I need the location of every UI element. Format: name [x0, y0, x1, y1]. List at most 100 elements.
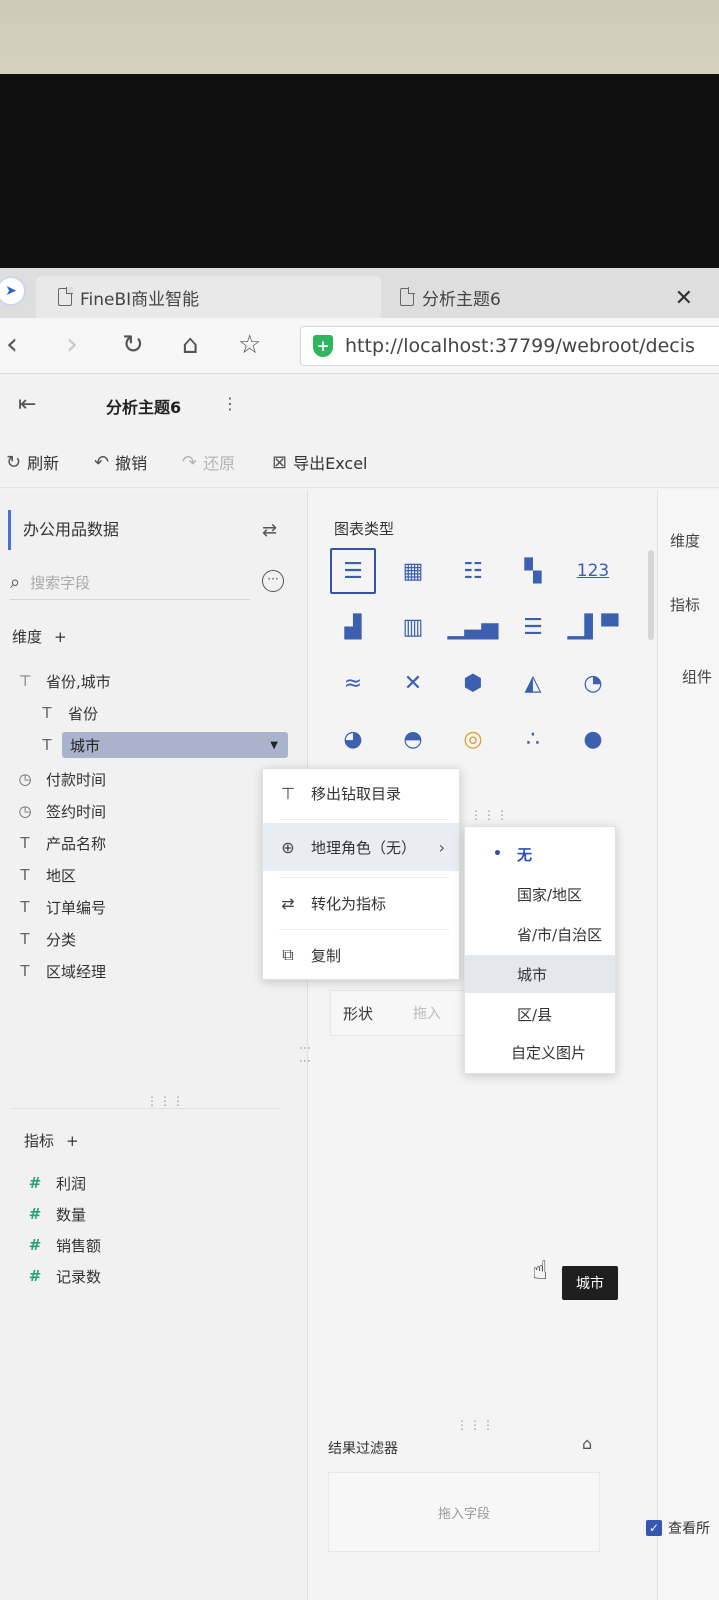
geo-option-label: 无 — [517, 845, 533, 864]
column-icon[interactable]: ▁▃▅ — [448, 604, 499, 650]
lock-icon[interactable]: ⌂ — [582, 1434, 592, 1453]
table-icon[interactable]: ☰ — [330, 548, 376, 594]
dimension-header: 维度 + — [12, 626, 67, 647]
bubble-icon[interactable]: ● — [570, 716, 616, 762]
page-title: 分析主题6 — [106, 398, 182, 417]
right-config-panel: 维度 指标 组件 ✓ 查看所 — [646, 490, 719, 1600]
address-bar[interactable]: + http://localhost:37799/webroot/decis — [300, 326, 719, 366]
field-label: 付款时间 — [46, 770, 107, 789]
polygon-icon[interactable]: ⬢ — [450, 660, 496, 706]
filter-drop-zone[interactable]: 拖入字段 — [328, 1472, 600, 1552]
undo-button[interactable]: ↶ 撤销 — [94, 450, 147, 474]
geo-option-label: 城市 — [517, 965, 548, 984]
dataset-name[interactable]: 办公用品数据 — [8, 510, 119, 550]
field-item[interactable]: ◷ 签约时间 — [16, 798, 106, 824]
field-search-input[interactable]: ⌕ 搜索字段 — [10, 566, 250, 600]
rose-icon[interactable]: ◓ — [390, 716, 436, 762]
field-item-selected[interactable]: 城市 ▼ — [62, 732, 288, 758]
redo-label: 还原 — [203, 454, 236, 473]
detail-table-icon[interactable]: ☷ — [450, 548, 496, 594]
forward-icon[interactable]: › — [66, 328, 78, 362]
resize-handle[interactable]: ⋮⋮ — [298, 1042, 312, 1068]
add-dimension-icon[interactable]: + — [54, 628, 67, 646]
geo-option-district[interactable]: 区/县 — [465, 995, 615, 1033]
more-vertical-icon[interactable]: ⋮ — [222, 394, 238, 413]
back-icon[interactable]: ‹ — [6, 328, 18, 362]
number-icon[interactable]: 123 — [570, 548, 616, 594]
measure-tab[interactable]: 指标 — [670, 594, 700, 615]
geo-option-province[interactable]: 省/市/自治区 — [465, 915, 615, 953]
filter-drop-hint: 拖入字段 — [437, 1506, 490, 1522]
scrollbar[interactable] — [648, 550, 654, 640]
radar-icon[interactable]: ✕ — [390, 660, 436, 706]
geo-option-city[interactable]: 城市 — [465, 955, 615, 993]
caret-down-icon[interactable]: ▼ — [270, 740, 278, 751]
geo-option-none[interactable]: • 无 — [465, 835, 615, 873]
redo-button[interactable]: ↷ 还原 — [182, 450, 235, 474]
resize-handle[interactable]: ⋮⋮⋮ — [146, 1094, 185, 1108]
number-type-icon: # — [28, 1174, 42, 1192]
pie-icon[interactable]: ◕ — [330, 716, 376, 762]
copy-icon: ⧉ — [282, 945, 294, 964]
reload-icon[interactable]: ↻ — [122, 328, 144, 362]
menu-item-remove-drill[interactable]: ⊤ 移出钻取目录 — [263, 769, 459, 817]
field-item[interactable]: T 省份 — [38, 700, 98, 726]
hierarchy-icon: ⊤ — [18, 672, 32, 690]
scatter-icon[interactable]: ∴ — [510, 716, 556, 762]
exit-icon[interactable]: ⇤ — [18, 392, 36, 417]
add-measure-icon[interactable]: + — [66, 1132, 79, 1150]
line-icon[interactable]: ≈ — [330, 660, 376, 706]
field-item[interactable]: # 利润 — [26, 1170, 86, 1196]
home-icon[interactable]: ⌂ — [182, 328, 199, 362]
field-item[interactable]: T 分类 — [16, 926, 76, 952]
date-type-icon: ◷ — [18, 802, 32, 820]
geo-option-country[interactable]: 国家/地区 — [465, 875, 615, 913]
resize-handle[interactable]: ⋮⋮⋮ — [470, 808, 509, 822]
menu-item-convert-to-measure[interactable]: ⇄ 转化为指标 — [263, 879, 459, 927]
field-item[interactable]: T 区域经理 — [16, 958, 106, 984]
field-item[interactable]: ◷ 付款时间 — [16, 766, 106, 792]
field-item[interactable]: T 产品名称 — [16, 830, 106, 856]
stacked-bar-icon[interactable]: ▥ — [390, 604, 436, 650]
app-header: ⇤ 分析主题6 ⋮ — [0, 374, 719, 438]
bookmark-star-icon[interactable]: ☆ — [238, 328, 261, 362]
field-item[interactable]: T 订单编号 — [16, 894, 106, 920]
multi-pie-icon[interactable]: ◎ — [450, 716, 496, 762]
refresh-button[interactable]: ↻ 刷新 — [6, 450, 59, 474]
field-item[interactable]: T 地区 — [16, 862, 76, 888]
menu-item-copy[interactable]: ⧉ 复制 — [263, 931, 459, 979]
menu-divider — [279, 929, 449, 930]
kpi-card-icon[interactable]: ▚ — [510, 548, 556, 594]
geo-option-custom-image[interactable]: 自定义图片 — [465, 1033, 615, 1071]
tab-finebi[interactable]: FineBI商业智能 — [36, 276, 381, 318]
tab-analysis-topic[interactable]: 分析主题6 — [392, 276, 719, 318]
field-item[interactable]: T — [38, 732, 56, 758]
field-item[interactable]: # 记录数 — [26, 1263, 101, 1289]
dimension-tab[interactable]: 维度 — [670, 530, 700, 551]
browser-logo-icon: ➤ — [0, 276, 26, 306]
grouped-bar-icon[interactable]: ▟ — [330, 604, 376, 650]
resize-handle[interactable]: ⋮⋮⋮ — [456, 1418, 495, 1432]
view-all-checkbox[interactable]: ✓ 查看所 — [646, 1518, 710, 1538]
data-panel: 办公用品数据 ⇄ ⌕ 搜索字段 ··· 维度 + ⊤ 省份,城市 T 省份 T … — [0, 490, 308, 1600]
crosstab-icon[interactable]: ▦ — [390, 548, 436, 594]
divider — [10, 1108, 280, 1109]
field-item[interactable]: # 销售额 — [26, 1232, 101, 1258]
field-item[interactable]: ⊤ 省份,城市 — [16, 668, 110, 694]
horizontal-bar-icon[interactable]: ☰ — [510, 604, 556, 650]
search-placeholder: 搜索字段 — [30, 574, 91, 592]
export-excel-button[interactable]: ⊠ 导出Excel — [272, 450, 367, 474]
menu-item-label: 移出钻取目录 — [311, 784, 402, 803]
menu-item-geo-role[interactable]: ⊕ 地理角色（无） › — [263, 823, 459, 871]
more-options-icon[interactable]: ··· — [262, 570, 284, 592]
close-tab-icon[interactable]: ✕ — [675, 286, 693, 311]
component-tab[interactable]: 组件 — [682, 666, 712, 687]
gauge-icon[interactable]: ◔ — [570, 660, 616, 706]
switch-dataset-icon[interactable]: ⇄ — [262, 520, 277, 541]
tab-bar: ➤ FineBI商业智能 分析主题6 ✕ — [0, 268, 719, 318]
field-item[interactable]: # 数量 — [26, 1201, 86, 1227]
menu-item-label: 转化为指标 — [311, 894, 387, 913]
area-icon[interactable]: ◭ — [510, 660, 556, 706]
chart-type-title: 图表类型 — [334, 520, 395, 538]
waterfall-icon[interactable]: ▁▌▀ — [568, 604, 619, 650]
